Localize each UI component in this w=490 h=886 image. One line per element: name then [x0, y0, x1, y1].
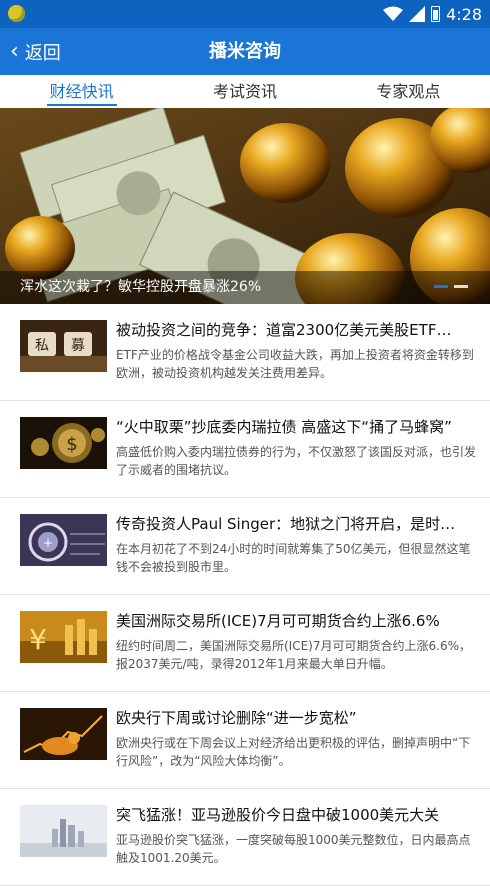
title-bar: ‹ 返回 播米咨询: [0, 28, 490, 75]
app-notification-icon: [8, 5, 25, 22]
yen-gold-thumb: ¥: [20, 611, 107, 663]
gold-dollar-thumb: $: [20, 417, 107, 469]
tab-exam-news[interactable]: 考试资讯: [163, 75, 326, 108]
svg-text:私: 私: [35, 338, 49, 354]
page-title: 播米咨询: [209, 41, 281, 62]
news-item[interactable]: 欧央行下周或讨论删除“进一步宽松” 欧洲央行或在下周会议上对经济给出更积极的评估…: [0, 692, 490, 789]
news-summary: 纽约时间周二，美国洲际交易所(ICE)7月可可期货合约上涨6.6%，报2037美…: [116, 639, 471, 671]
signal-icon: [409, 6, 426, 22]
news-title: 突飞猛涨！亚马逊股价今日盘中破1000美元大关: [116, 806, 440, 824]
news-item[interactable]: 私 募 被动投资之间的竞争：道富2300亿美元美股ETF… ETF产业的价格战令…: [0, 304, 490, 401]
svg-text:$: $: [66, 434, 77, 455]
svg-text:募: 募: [71, 338, 85, 354]
news-summary: 亚马逊股价突飞猛涨，一度突破每股1000美元整数位，日内最高点触及1001.20…: [116, 833, 471, 865]
status-indicators: 4:28: [383, 3, 482, 25]
carousel-indicator: [434, 285, 468, 288]
city-skyline-thumb: [20, 805, 107, 857]
news-summary: ETF产业的价格战令基金公司收益大跌，再加上投资者将资金转移到欧洲，被动投资机构…: [116, 348, 474, 380]
news-title: 被动投资之间的竞争：道富2300亿美元美股ETF…: [116, 321, 452, 339]
news-title: 欧央行下周或讨论删除“进一步宽松”: [116, 709, 357, 727]
bull-market-thumb: [20, 708, 107, 760]
carousel-dot[interactable]: [454, 285, 468, 288]
news-item[interactable]: $ “火中取栗”抄底委内瑞拉债 高盛这下“捅了马蜂窝” 高盛低价购入委内瑞拉债券…: [0, 401, 490, 498]
news-list: 私 募 被动投资之间的竞争：道富2300亿美元美股ETF… ETF产业的价格战令…: [0, 304, 490, 886]
news-summary: 在本月初花了不到24小时的时间就筹集了50亿美元，但很显然这笔钱不会被投到股市里…: [116, 542, 471, 574]
banner-caption: 浑水这次栽了？敏华控股开盘暴涨26%: [20, 279, 262, 295]
news-summary: 高盛低价购入委内瑞拉债券的行为，不仅激怒了该国反对派，也引发了示威者的围堵抗议。: [116, 445, 477, 477]
tab-expert-views[interactable]: 专家观点: [327, 75, 490, 108]
svg-text:¥: ¥: [29, 623, 47, 656]
tab-finance-news[interactable]: 财经快讯: [0, 75, 163, 108]
news-title: 美国洲际交易所(ICE)7月可可期货合约上涨6.6%: [116, 612, 440, 630]
news-item[interactable]: + 传奇投资人Paul Singer：地狱之门将开启，是时… 在本月初花了不到2…: [0, 498, 490, 595]
private-equity-thumb: 私 募: [20, 320, 107, 372]
status-time: 4:28: [446, 4, 482, 24]
news-summary: 欧洲央行或在下周会议上对经济给出更积极的评估，删掉声明中“下行风险”，改为“风险…: [116, 736, 471, 768]
tab-bar: 财经快讯 考试资讯 专家观点: [0, 75, 490, 108]
news-title: 传奇投资人Paul Singer：地狱之门将开启，是时…: [116, 515, 456, 533]
status-bar: 4:28: [0, 0, 490, 28]
banner-carousel[interactable]: 浑水这次栽了？敏华控股开盘暴涨26%: [0, 108, 490, 304]
svg-text:+: +: [43, 536, 53, 550]
news-title: “火中取栗”抄底委内瑞拉债 高盛这下“捅了马蜂窝”: [116, 418, 452, 436]
news-item[interactable]: ¥ 美国洲际交易所(ICE)7月可可期货合约上涨6.6% 纽约时间周二，美国洲际…: [0, 595, 490, 692]
carousel-dot[interactable]: [434, 285, 448, 288]
battery-icon: [431, 6, 441, 22]
banner-caption-bar: 浑水这次栽了？敏华控股开盘暴涨26%: [0, 271, 490, 304]
news-item[interactable]: 突飞猛涨！亚马逊股价今日盘中破1000美元大关 亚马逊股价突飞猛涨，一度突破每股…: [0, 789, 490, 886]
globe-target-thumb: +: [20, 514, 107, 566]
wifi-icon: [383, 6, 404, 21]
